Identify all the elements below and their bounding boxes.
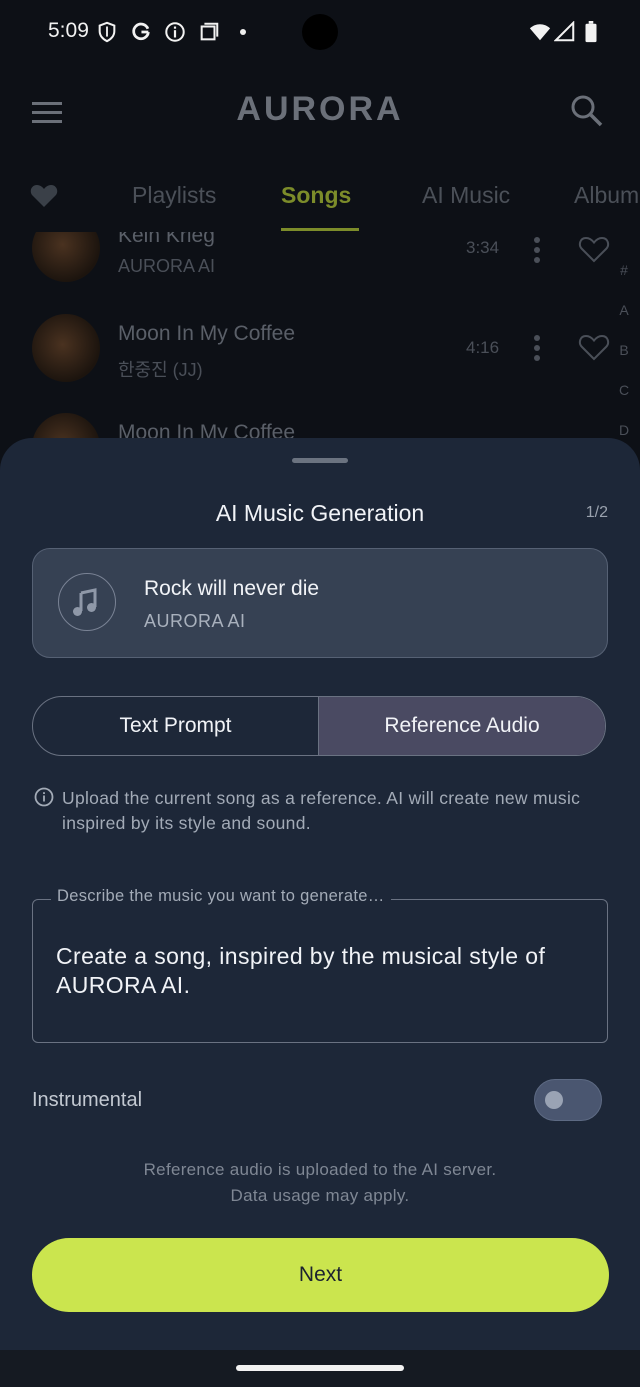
status-bar: 5:09 <box>0 0 640 64</box>
drag-handle[interactable] <box>292 458 348 463</box>
song-artist: 한중진 (JJ) <box>118 360 203 380</box>
card-song-artist: AURORA AI <box>144 611 246 631</box>
song-duration: 4:16 <box>466 338 500 357</box>
song-title: Kein Krieg <box>118 232 215 247</box>
info-icon <box>34 787 54 807</box>
info-icon <box>165 22 185 42</box>
more-vert-icon[interactable] <box>530 234 544 274</box>
index-letter[interactable]: B <box>612 330 636 370</box>
song-artist: AURORA AI <box>118 256 216 276</box>
toggle-knob <box>545 1091 563 1109</box>
camera-cutout <box>302 14 338 50</box>
song-title: Moon In My Coffee <box>118 322 296 345</box>
music-note-icon <box>58 573 116 631</box>
list-item[interactable]: Kein Krieg AURORA AI 3:34 <box>0 232 610 314</box>
instrumental-label: Instrumental <box>32 1089 143 1111</box>
step-indicator: 1/2 <box>585 504 608 521</box>
favorites-heart-icon[interactable] <box>30 182 58 208</box>
square-icon <box>200 22 219 41</box>
segment-text-prompt[interactable]: Text Prompt <box>33 697 319 755</box>
wifi-icon <box>529 24 551 41</box>
data-usage-note: Reference audio is uploaded to the AI se… <box>0 1157 640 1209</box>
ai-generation-sheet: AI Music Generation 1/2 Rock will never … <box>0 438 640 1387</box>
sheet-title: AI Music Generation <box>215 500 425 526</box>
battery-icon <box>585 21 597 43</box>
notification-dot <box>240 29 246 35</box>
prompt-value[interactable]: Create a song, inspired by the musical s… <box>56 942 586 1000</box>
song-duration: 3:34 <box>466 238 500 257</box>
note-line: Data usage may apply. <box>230 1186 410 1205</box>
segment-reference-audio[interactable]: Reference Audio <box>319 697 605 755</box>
home-indicator[interactable] <box>236 1365 404 1371</box>
album-art <box>32 314 100 382</box>
alphabet-index[interactable]: # A B C D <box>612 250 636 450</box>
tab-album[interactable]: Album <box>574 182 639 209</box>
note-line: Reference audio is uploaded to the AI se… <box>143 1160 497 1179</box>
tab-playlists[interactable]: Playlists <box>132 182 216 209</box>
index-letter[interactable]: C <box>612 370 636 410</box>
tab-bar: Playlists Songs AI Music Album <box>0 170 640 232</box>
heart-outline-icon[interactable] <box>578 234 610 264</box>
selected-song-card: Rock will never die AURORA AI <box>32 548 608 658</box>
song-list: Kein Krieg AURORA AI 3:34 Moon In My Cof… <box>0 232 640 442</box>
next-button[interactable]: Next <box>32 1238 609 1312</box>
index-letter[interactable]: A <box>612 290 636 330</box>
navigation-bar <box>0 1350 640 1387</box>
tab-indicator <box>281 228 359 231</box>
heart-outline-icon[interactable] <box>578 332 610 362</box>
list-item[interactable]: Moon In My Coffee 한중진 (JJ) 4:16 <box>0 314 610 414</box>
shield-icon <box>98 21 116 43</box>
index-letter[interactable]: # <box>612 250 636 290</box>
google-icon <box>132 22 150 41</box>
signal-icon <box>554 21 575 42</box>
prompt-label: Describe the music you want to generate… <box>51 887 391 906</box>
tab-ai-music[interactable]: AI Music <box>422 182 510 209</box>
app-logo: AURORA <box>236 90 404 128</box>
status-time: 5:09 <box>48 19 89 42</box>
info-text: Upload the current song as a reference. … <box>62 788 581 833</box>
mode-segmented-control: Text Prompt Reference Audio <box>32 696 606 756</box>
tab-songs[interactable]: Songs <box>281 182 351 209</box>
more-vert-icon[interactable] <box>530 332 544 372</box>
prompt-text-field[interactable]: Describe the music you want to generate…… <box>32 887 608 1043</box>
search-icon[interactable] <box>570 94 604 128</box>
card-song-title: Rock will never die <box>144 577 320 600</box>
instrumental-toggle[interactable] <box>534 1079 602 1121</box>
album-art <box>32 232 100 282</box>
app-bar: AURORA <box>0 64 640 160</box>
